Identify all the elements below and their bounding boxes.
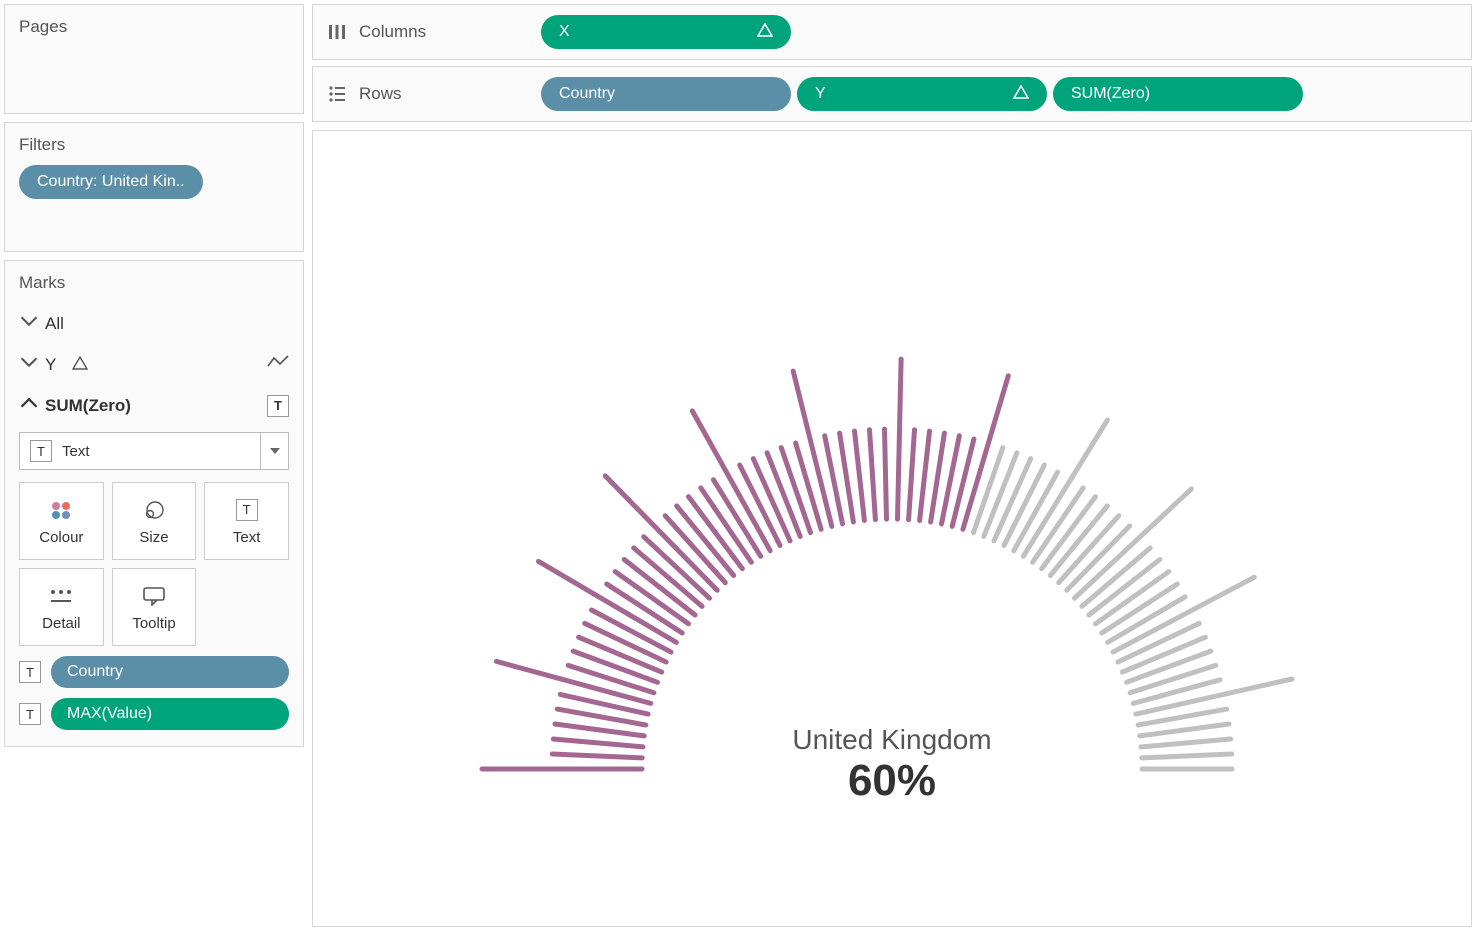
columns-shelf[interactable]: Columns X — [312, 4, 1472, 60]
delta-icon — [1013, 85, 1029, 103]
gauge-value: 60% — [792, 756, 991, 806]
marks-field-country-label: Country — [67, 663, 123, 681]
marks-y-row[interactable]: Y — [19, 344, 289, 385]
text-type-icon: T — [30, 440, 52, 462]
text-button[interactable]: T Text — [204, 482, 289, 560]
size-button[interactable]: Size — [112, 482, 197, 560]
gauge-tick — [1130, 665, 1216, 692]
chevron-up-icon — [19, 393, 35, 418]
delta-icon — [72, 355, 88, 375]
gauge-tick — [855, 431, 865, 520]
gauge-tick — [909, 429, 915, 519]
marks-all-label: All — [45, 314, 64, 334]
gauge-tick — [568, 665, 654, 692]
columns-icon — [327, 23, 347, 41]
rows-pill-country[interactable]: Country — [541, 77, 791, 111]
rows-shelf[interactable]: Rows Country Y SUM(Zero) — [312, 66, 1472, 122]
gauge-tick — [1141, 739, 1231, 747]
colour-icon — [49, 497, 73, 523]
gauge-center-label: United Kingdom 60% — [792, 724, 991, 806]
colour-label: Colour — [39, 529, 83, 546]
marks-field-country[interactable]: T Country — [19, 656, 289, 688]
rows-pill-country-label: Country — [559, 85, 615, 103]
filter-pill-label: Country: United Kin.. — [37, 173, 185, 191]
dropdown-caret-icon[interactable] — [260, 433, 288, 469]
gauge-tick — [552, 754, 642, 758]
tooltip-label: Tooltip — [132, 615, 175, 632]
text-icon: T — [236, 497, 258, 523]
marks-field-maxvalue[interactable]: T MAX(Value) — [19, 698, 289, 730]
size-label: Size — [139, 529, 168, 546]
visualization-area: United Kingdom 60% — [312, 130, 1472, 927]
marks-sumzero-row[interactable]: SUM(Zero) T — [19, 385, 289, 426]
tooltip-button[interactable]: Tooltip — [112, 568, 197, 646]
chevron-down-icon — [19, 352, 35, 377]
filter-pill-country[interactable]: Country: United Kin.. — [19, 165, 203, 199]
columns-label: Columns — [359, 22, 426, 42]
gauge-tick — [898, 359, 902, 519]
gauge-tick — [920, 431, 930, 520]
marks-title: Marks — [19, 273, 289, 293]
line-chart-icon — [267, 354, 289, 375]
rows-pill-sumzero[interactable]: SUM(Zero) — [1053, 77, 1303, 111]
detail-label: Detail — [42, 615, 80, 632]
marks-field-maxvalue-label: MAX(Value) — [67, 705, 152, 723]
pages-title: Pages — [19, 17, 289, 37]
rows-pill-y-label: Y — [815, 85, 826, 103]
filters-panel: Filters Country: United Kin.. — [4, 122, 304, 252]
rows-label: Rows — [359, 84, 402, 104]
columns-pill-x-label: X — [559, 23, 570, 41]
gauge-tick — [1142, 754, 1232, 758]
detail-button[interactable]: Detail — [19, 568, 104, 646]
gauge-tick — [870, 429, 876, 519]
text-type-icon: T — [19, 661, 41, 683]
marks-y-label: Y — [45, 355, 56, 375]
rows-pill-sumzero-label: SUM(Zero) — [1071, 85, 1150, 103]
text-type-icon: T — [19, 703, 41, 725]
size-icon — [142, 497, 166, 523]
gauge-tick — [796, 443, 822, 529]
marks-all-row[interactable]: All — [19, 303, 289, 344]
colour-button[interactable]: Colour — [19, 482, 104, 560]
gauge-country: United Kingdom — [792, 724, 991, 756]
delta-icon — [757, 23, 773, 41]
marks-panel: Marks All Y — [4, 260, 304, 747]
pages-panel: Pages — [4, 4, 304, 114]
detail-icon — [49, 583, 73, 609]
gauge-tick — [1140, 724, 1229, 736]
gauge-tick — [555, 724, 644, 736]
columns-pill-x[interactable]: X — [541, 15, 791, 49]
marks-sumzero-label: SUM(Zero) — [45, 396, 131, 416]
gauge-tick — [553, 739, 643, 747]
text-label: Text — [233, 529, 261, 546]
filters-title: Filters — [19, 135, 289, 155]
rows-icon — [327, 85, 347, 103]
tooltip-icon — [142, 583, 166, 609]
chevron-down-icon — [19, 311, 35, 336]
text-type-icon: T — [267, 395, 289, 417]
mark-type-select[interactable]: T Text — [19, 432, 289, 470]
rows-pill-y[interactable]: Y — [797, 77, 1047, 111]
gauge-tick — [885, 429, 887, 519]
mark-type-label: Text — [62, 443, 90, 460]
